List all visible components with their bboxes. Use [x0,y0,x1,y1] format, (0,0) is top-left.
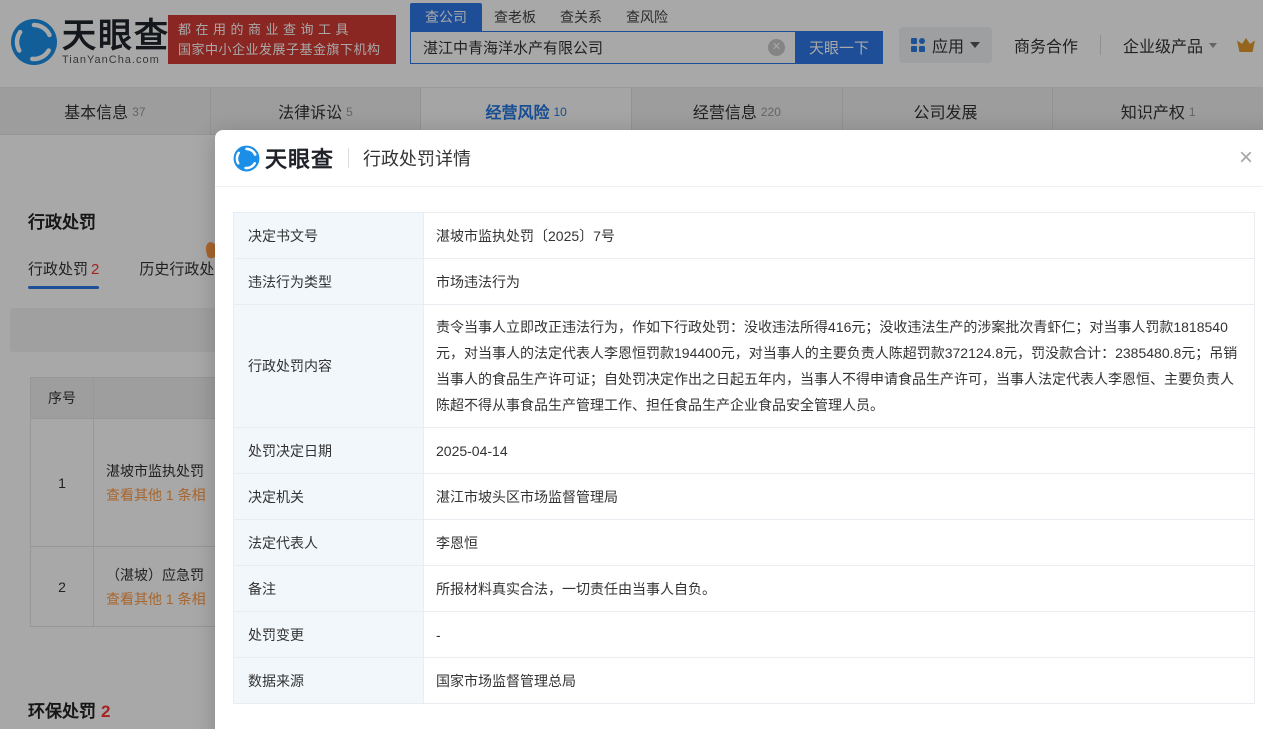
modal-logo-text: 天眼查 [265,142,334,174]
field-label: 决定书文号 [234,213,424,258]
field-value: 2025-04-14 [424,428,1254,473]
divider [348,148,349,168]
detail-row: 决定书文号 湛坡市监执处罚〔2025〕7号 [234,213,1254,259]
detail-row: 决定机关 湛江市坡头区市场监督管理局 [234,474,1254,520]
penalty-detail-table: 决定书文号 湛坡市监执处罚〔2025〕7号 违法行为类型 市场违法行为 行政处罚… [233,212,1255,704]
field-label: 备注 [234,566,424,611]
detail-row: 备注 所报材料真实合法，一切责任由当事人自负。 [234,566,1254,612]
modal-header: 天眼查 行政处罚详情 × [215,130,1263,187]
detail-row: 法定代表人 李恩恒 [234,520,1254,566]
modal-logo: 天眼查 [233,142,334,174]
field-value: 湛江市坡头区市场监督管理局 [424,474,1254,519]
field-value: 湛坡市监执处罚〔2025〕7号 [424,213,1254,258]
field-label: 违法行为类型 [234,259,424,304]
detail-row: 违法行为类型 市场违法行为 [234,259,1254,305]
detail-row: 行政处罚内容 责令当事人立即改正违法行为，作如下行政处罚：没收违法所得416元；… [234,305,1254,428]
field-value: 李恩恒 [424,520,1254,565]
field-value: 市场违法行为 [424,259,1254,304]
detail-row: 处罚决定日期 2025-04-14 [234,428,1254,474]
field-label: 决定机关 [234,474,424,519]
field-label: 处罚变更 [234,612,424,657]
tianyancha-swirl-icon [233,145,260,172]
penalty-detail-modal: 天眼查 行政处罚详情 × 决定书文号 湛坡市监执处罚〔2025〕7号 违法行为类… [215,130,1263,729]
field-value: - [424,612,1254,657]
field-label: 法定代表人 [234,520,424,565]
close-icon[interactable]: × [1232,145,1260,173]
detail-row: 处罚变更 - [234,612,1254,658]
field-value: 所报材料真实合法，一切责任由当事人自负。 [424,566,1254,611]
field-label: 处罚决定日期 [234,428,424,473]
detail-row: 数据来源 国家市场监督管理总局 [234,658,1254,704]
field-value: 责令当事人立即改正违法行为，作如下行政处罚：没收违法所得416元；没收违法生产的… [424,305,1254,427]
page: 天眼查 TianYanCha.com 都在用的商业查询工具 国家中小企业发展子基… [0,0,1263,729]
field-label: 数据来源 [234,658,424,703]
field-label: 行政处罚内容 [234,305,424,427]
field-value: 国家市场监督管理总局 [424,658,1254,703]
modal-title: 行政处罚详情 [363,145,471,171]
